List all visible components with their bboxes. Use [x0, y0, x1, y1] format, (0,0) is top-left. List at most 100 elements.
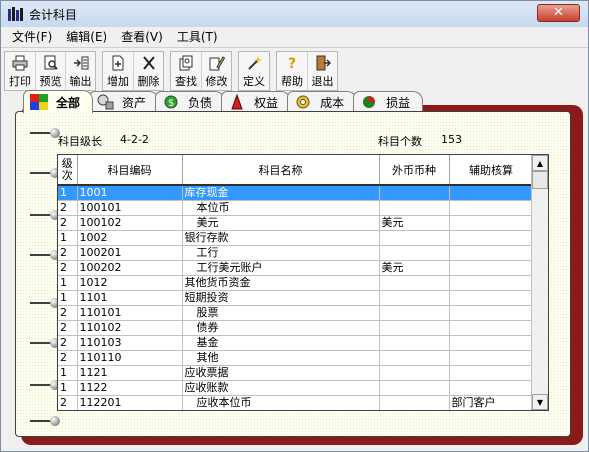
column-header-code[interactable]: 科目编码 — [77, 155, 183, 186]
column-header-currency[interactable]: 外币币种 — [379, 155, 450, 186]
cell-currency[interactable] — [379, 185, 450, 201]
cell-level[interactable]: 1 — [58, 290, 78, 306]
cell-name[interactable]: 本位币 — [182, 200, 380, 216]
cell-level[interactable]: 2 — [58, 335, 78, 351]
exit-button[interactable]: 退出 — [307, 52, 337, 90]
cell-name[interactable]: 应收账款 — [182, 380, 380, 396]
cell-name[interactable]: 其他货币资金 — [182, 275, 380, 291]
cell-code[interactable]: 100102 — [77, 215, 183, 231]
vertical-scrollbar[interactable]: ▲ ▼ — [531, 155, 548, 410]
cell-code[interactable]: 1122 — [77, 380, 183, 396]
cell-name[interactable]: 短期投资 — [182, 290, 380, 306]
cell-currency[interactable] — [379, 275, 450, 291]
menu-tools[interactable]: 工具(T) — [170, 28, 225, 45]
cell-level[interactable]: 1 — [58, 365, 78, 381]
export-button[interactable]: 输出 — [65, 52, 95, 90]
cell-currency[interactable] — [379, 200, 450, 216]
cell-currency[interactable] — [379, 335, 450, 351]
cell-currency[interactable]: 美元 — [379, 260, 450, 276]
find-button[interactable]: 查找 — [171, 52, 201, 90]
column-header-aux[interactable]: 辅助核算 — [449, 155, 534, 186]
cell-aux[interactable] — [449, 350, 534, 366]
table-row[interactable]: 2 100201 工行 — [58, 245, 534, 261]
table-row[interactable]: 2 112201 应收本位币 部门客户 — [58, 395, 534, 410]
preview-button[interactable]: 预览 — [35, 52, 65, 90]
menu-file[interactable]: 文件(F) — [5, 28, 59, 45]
cell-code[interactable]: 1001 — [77, 185, 183, 201]
cell-level[interactable]: 2 — [58, 260, 78, 276]
cell-name[interactable]: 工行 — [182, 245, 380, 261]
cell-level[interactable]: 2 — [58, 395, 78, 410]
cell-name[interactable]: 股票 — [182, 305, 380, 321]
table-row[interactable]: 2 110103 基金 — [58, 335, 534, 351]
cell-name[interactable]: 基金 — [182, 335, 380, 351]
column-header-level[interactable]: 级次 — [58, 155, 78, 186]
cell-name[interactable]: 债券 — [182, 320, 380, 336]
cell-aux[interactable] — [449, 290, 534, 306]
cell-aux[interactable] — [449, 380, 534, 396]
print-button[interactable]: 打印 — [5, 52, 35, 90]
cell-currency[interactable] — [379, 305, 450, 321]
table-row[interactable]: 1 1121 应收票据 — [58, 365, 534, 381]
cell-currency[interactable]: 美元 — [379, 215, 450, 231]
column-header-name[interactable]: 科目名称 — [182, 155, 380, 186]
cell-currency[interactable] — [379, 245, 450, 261]
cell-level[interactable]: 2 — [58, 215, 78, 231]
cell-level[interactable]: 1 — [58, 185, 78, 201]
table-row[interactable]: 2 110102 债券 — [58, 320, 534, 336]
table-row[interactable]: 1 1012 其他货币资金 — [58, 275, 534, 291]
table-row[interactable]: 1 1101 短期投资 — [58, 290, 534, 306]
cell-code[interactable]: 110103 — [77, 335, 183, 351]
table-row[interactable]: 2 100102 美元 美元 — [58, 215, 534, 231]
table-row[interactable]: 2 110101 股票 — [58, 305, 534, 321]
cell-aux[interactable] — [449, 230, 534, 246]
cell-currency[interactable] — [379, 380, 450, 396]
cell-currency[interactable] — [379, 365, 450, 381]
cell-level[interactable]: 1 — [58, 380, 78, 396]
cell-code[interactable]: 110110 — [77, 350, 183, 366]
table-row[interactable]: 1 1001 库存现金 — [58, 185, 534, 201]
cell-level[interactable]: 2 — [58, 245, 78, 261]
cell-name[interactable]: 应收本位币 — [182, 395, 380, 410]
cell-name[interactable]: 应收票据 — [182, 365, 380, 381]
cell-name[interactable]: 库存现金 — [182, 185, 380, 201]
cell-aux[interactable] — [449, 260, 534, 276]
tab-equity[interactable]: 权益 — [221, 91, 292, 112]
cell-aux[interactable] — [449, 200, 534, 216]
cell-code[interactable]: 110101 — [77, 305, 183, 321]
define-button[interactable]: 定义 — [239, 52, 269, 90]
cell-aux[interactable] — [449, 335, 534, 351]
tab-profit-loss[interactable]: 损益 — [353, 91, 424, 112]
cell-code[interactable]: 100101 — [77, 200, 183, 216]
tab-all[interactable]: 全部 — [23, 90, 94, 113]
cell-currency[interactable] — [379, 290, 450, 306]
cell-code[interactable]: 110102 — [77, 320, 183, 336]
table-row[interactable]: 2 110110 其他 — [58, 350, 534, 366]
cell-aux[interactable] — [449, 245, 534, 261]
delete-button[interactable]: 删除 — [133, 52, 163, 90]
add-button[interactable]: 增加 — [103, 52, 133, 90]
cell-aux[interactable] — [449, 305, 534, 321]
cell-code[interactable]: 100202 — [77, 260, 183, 276]
cell-name[interactable]: 银行存款 — [182, 230, 380, 246]
tab-liabilities[interactable]: $ 负债 — [155, 91, 226, 112]
cell-aux[interactable]: 部门客户 — [449, 395, 534, 410]
cell-name[interactable]: 美元 — [182, 215, 380, 231]
cell-aux[interactable] — [449, 320, 534, 336]
cell-aux[interactable] — [449, 365, 534, 381]
table-row[interactable]: 1 1122 应收账款 — [58, 380, 534, 396]
cell-aux[interactable] — [449, 215, 534, 231]
close-button[interactable]: ✕ — [537, 4, 580, 22]
cell-level[interactable]: 1 — [58, 275, 78, 291]
cell-code[interactable]: 1002 — [77, 230, 183, 246]
cell-currency[interactable] — [379, 395, 450, 410]
cell-code[interactable]: 1012 — [77, 275, 183, 291]
cell-code[interactable]: 1101 — [77, 290, 183, 306]
cell-currency[interactable] — [379, 350, 450, 366]
edit-button[interactable]: 修改 — [201, 52, 231, 90]
help-button[interactable]: ? 帮助 — [277, 52, 307, 90]
tab-cost[interactable]: 成本 — [287, 91, 358, 112]
scroll-up-button[interactable]: ▲ — [532, 155, 548, 171]
cell-currency[interactable] — [379, 320, 450, 336]
cell-level[interactable]: 2 — [58, 305, 78, 321]
